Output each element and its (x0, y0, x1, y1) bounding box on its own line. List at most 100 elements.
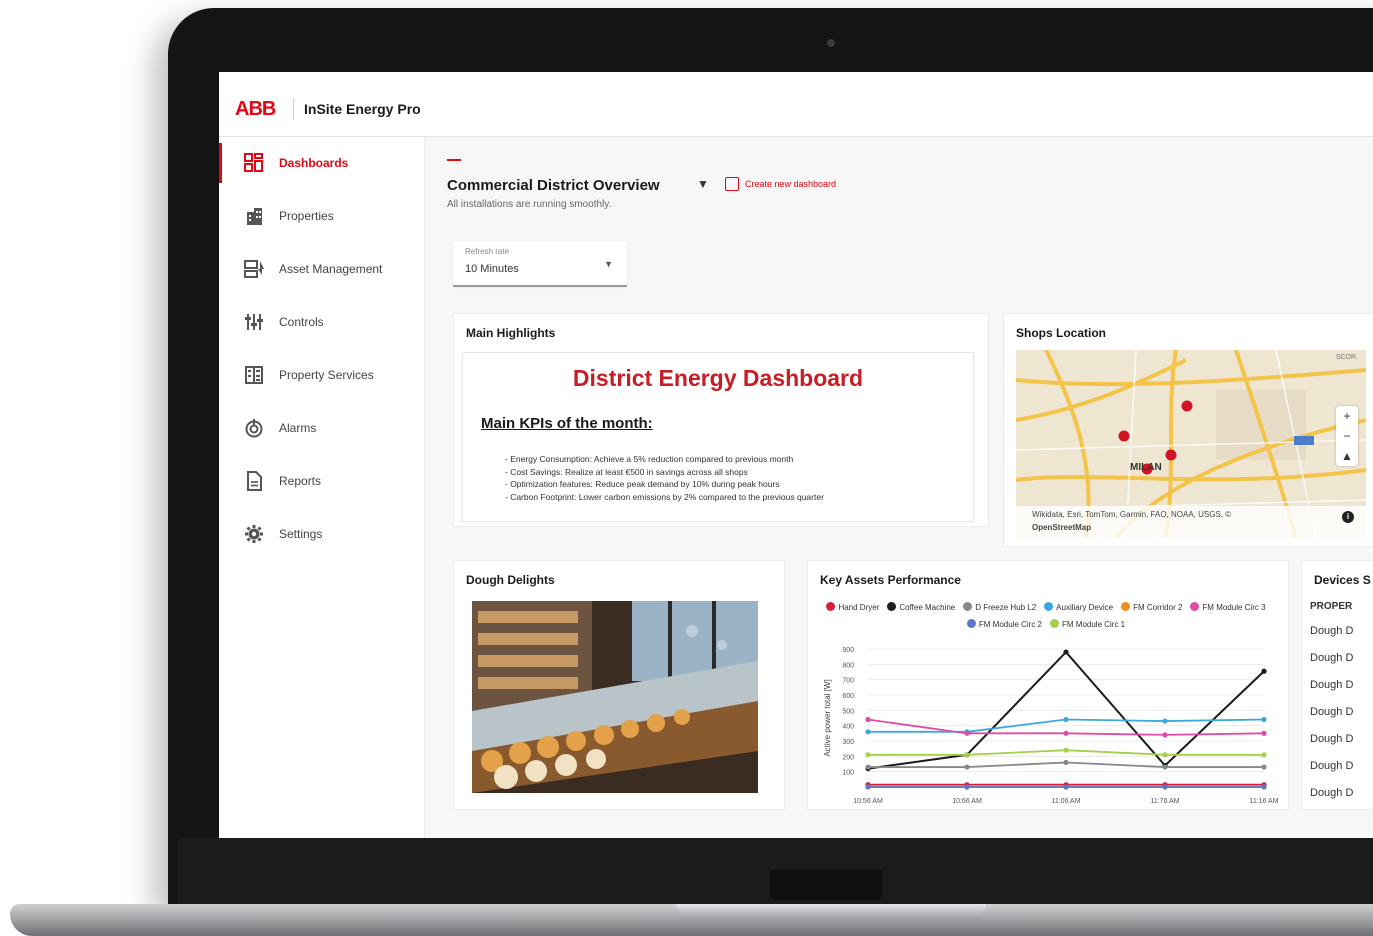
y-tick-label: 300 (842, 739, 854, 746)
kpi-item: - Cost Savings: Realize at least €500 in… (505, 466, 748, 477)
sidebar-item-label: Property Services (279, 368, 374, 382)
app-title: InSite Energy Pro (304, 101, 421, 117)
dropdown-arrow-icon: ▼ (604, 259, 613, 269)
key-assets-chart: 100 200 300 400 500 600 700 800 900 Active power … (823, 647, 1279, 805)
data-point (1261, 668, 1267, 674)
table-row[interactable]: Dough D (1310, 679, 1353, 691)
card-title: Dough Delights (466, 573, 555, 587)
compass-button[interactable]: ▲ (1336, 446, 1358, 466)
title-accent (447, 159, 461, 161)
data-point (865, 784, 871, 790)
laptop-hinge (770, 870, 882, 900)
property-services-icon (243, 364, 265, 386)
info-icon[interactable]: i (1342, 511, 1354, 523)
sidebar: Dashboards Properties Asset Management C… (219, 137, 425, 838)
map-corner-label: SCOR. (1335, 354, 1358, 361)
screen: ABB InSite Energy Pro Dashboards Propert… (219, 72, 1373, 838)
data-point (1063, 784, 1069, 790)
bakery-photo (472, 601, 758, 793)
data-point (1162, 752, 1168, 758)
card-title: Main Highlights (466, 326, 556, 340)
dashboard-icon (243, 152, 265, 174)
sidebar-item-label: Controls (279, 315, 324, 329)
data-point (1261, 752, 1267, 758)
data-point (1261, 764, 1267, 770)
data-point (865, 729, 871, 735)
data-point (964, 730, 970, 736)
sidebar-item-label: Dashboards (279, 156, 349, 170)
refresh-rate-select[interactable]: Refresh rate 10 Minutes ▼ (453, 241, 627, 287)
shops-map[interactable]: MILAN SCOR. + − ▲ Wikidata, Esri, TomTom… (1016, 350, 1366, 538)
highlights-heading: District Energy Dashboard (572, 365, 864, 391)
report-icon (243, 470, 265, 492)
data-point (1162, 732, 1168, 738)
sidebar-item-asset-management[interactable]: Asset Management (219, 249, 424, 289)
data-point (1063, 747, 1069, 753)
sliders-icon (243, 311, 265, 333)
chevron-down-icon[interactable]: ▼ (697, 177, 709, 191)
sidebar-item-property-services[interactable]: Property Services (219, 355, 424, 395)
map-attribution: Wikidata, Esri, TomTom, Garmin, FAO, NOA… (1016, 506, 1366, 538)
zoom-in-button[interactable]: + (1336, 406, 1358, 426)
key-assets-performance-card: Key Assets Performance Hand Dryer Coffee … (807, 560, 1289, 810)
sidebar-item-controls[interactable]: Controls (219, 302, 424, 342)
table-row[interactable]: Dough D (1310, 625, 1353, 637)
table-row[interactable]: Dough D (1310, 733, 1353, 745)
data-point (1063, 759, 1069, 766)
create-dashboard-link[interactable]: Create new dashboard (725, 177, 836, 191)
kpi-item: - Energy Consumption: Achieve a 5% reduc… (505, 454, 794, 464)
page-subtitle: All installations are running smoothly. (447, 199, 612, 210)
y-tick-label: 500 (842, 708, 854, 715)
card-title: Devices S (1314, 573, 1371, 587)
x-tick-label: 11:16 AM (1249, 798, 1278, 805)
sidebar-item-settings[interactable]: Settings (219, 514, 424, 554)
dough-delights-card: Dough Delights (453, 560, 785, 810)
map-city-label: MILAN (1130, 462, 1162, 473)
asset-icon (243, 258, 265, 280)
sidebar-item-reports[interactable]: Reports (219, 461, 424, 501)
y-axis-label: Active power total [W] (823, 679, 832, 756)
kpi-list: - Energy Consumption: Achieve a 5% reduc… (505, 453, 824, 503)
card-title: Shops Location (1016, 326, 1106, 340)
devices-table-header: PROPER (1310, 601, 1353, 612)
abb-logo[interactable]: ABB (235, 98, 276, 121)
data-point (1063, 649, 1069, 655)
data-point (1063, 716, 1069, 723)
data-point (1261, 716, 1267, 723)
data-point (964, 764, 970, 770)
table-row[interactable]: Dough D (1310, 706, 1353, 718)
data-point (1261, 784, 1267, 790)
y-tick-label: 400 (842, 724, 854, 731)
map-zoom-controls: + − ▲ (1336, 406, 1358, 466)
data-point (964, 784, 970, 790)
sidebar-item-properties[interactable]: Properties (219, 196, 424, 236)
main-highlights-card: Main Highlights District Energy Dashboar… (453, 313, 989, 527)
attribution-osm[interactable]: OpenStreetMap (1032, 523, 1091, 532)
data-point (865, 764, 871, 770)
x-tick-label: 11:06 AM (1051, 798, 1080, 805)
data-point (865, 752, 871, 758)
y-tick-label: 800 (842, 662, 854, 669)
x-tick-label: 10:66 AM (952, 798, 982, 805)
gear-icon (243, 523, 265, 545)
sidebar-item-label: Asset Management (279, 262, 383, 276)
data-point (1162, 764, 1168, 770)
y-tick-label: 100 (842, 770, 854, 777)
refresh-rate-label: Refresh rate (465, 247, 510, 256)
data-point (865, 716, 871, 723)
data-point (1261, 730, 1267, 736)
zoom-out-button[interactable]: − (1336, 426, 1358, 446)
x-tick-label: 10:56 AM (853, 798, 883, 805)
table-row[interactable]: Dough D (1310, 787, 1353, 799)
sidebar-item-label: Alarms (279, 421, 317, 435)
sidebar-item-label: Properties (279, 209, 334, 223)
sidebar-item-alarms[interactable]: Alarms (219, 408, 424, 448)
sidebar-item-dashboards[interactable]: Dashboards (219, 143, 424, 183)
y-tick-label: 200 (842, 754, 854, 761)
devices-status-card: Devices S PROPER Dough D Dough D Dough D… (1301, 560, 1373, 810)
main-content: Commercial District Overview ▼ Create ne… (425, 137, 1373, 838)
sidebar-item-label: Reports (279, 474, 322, 488)
table-row[interactable]: Dough D (1310, 760, 1353, 772)
table-row[interactable]: Dough D (1310, 652, 1353, 664)
kpi-item: - Optimization features: Reduce peak dem… (505, 479, 780, 489)
